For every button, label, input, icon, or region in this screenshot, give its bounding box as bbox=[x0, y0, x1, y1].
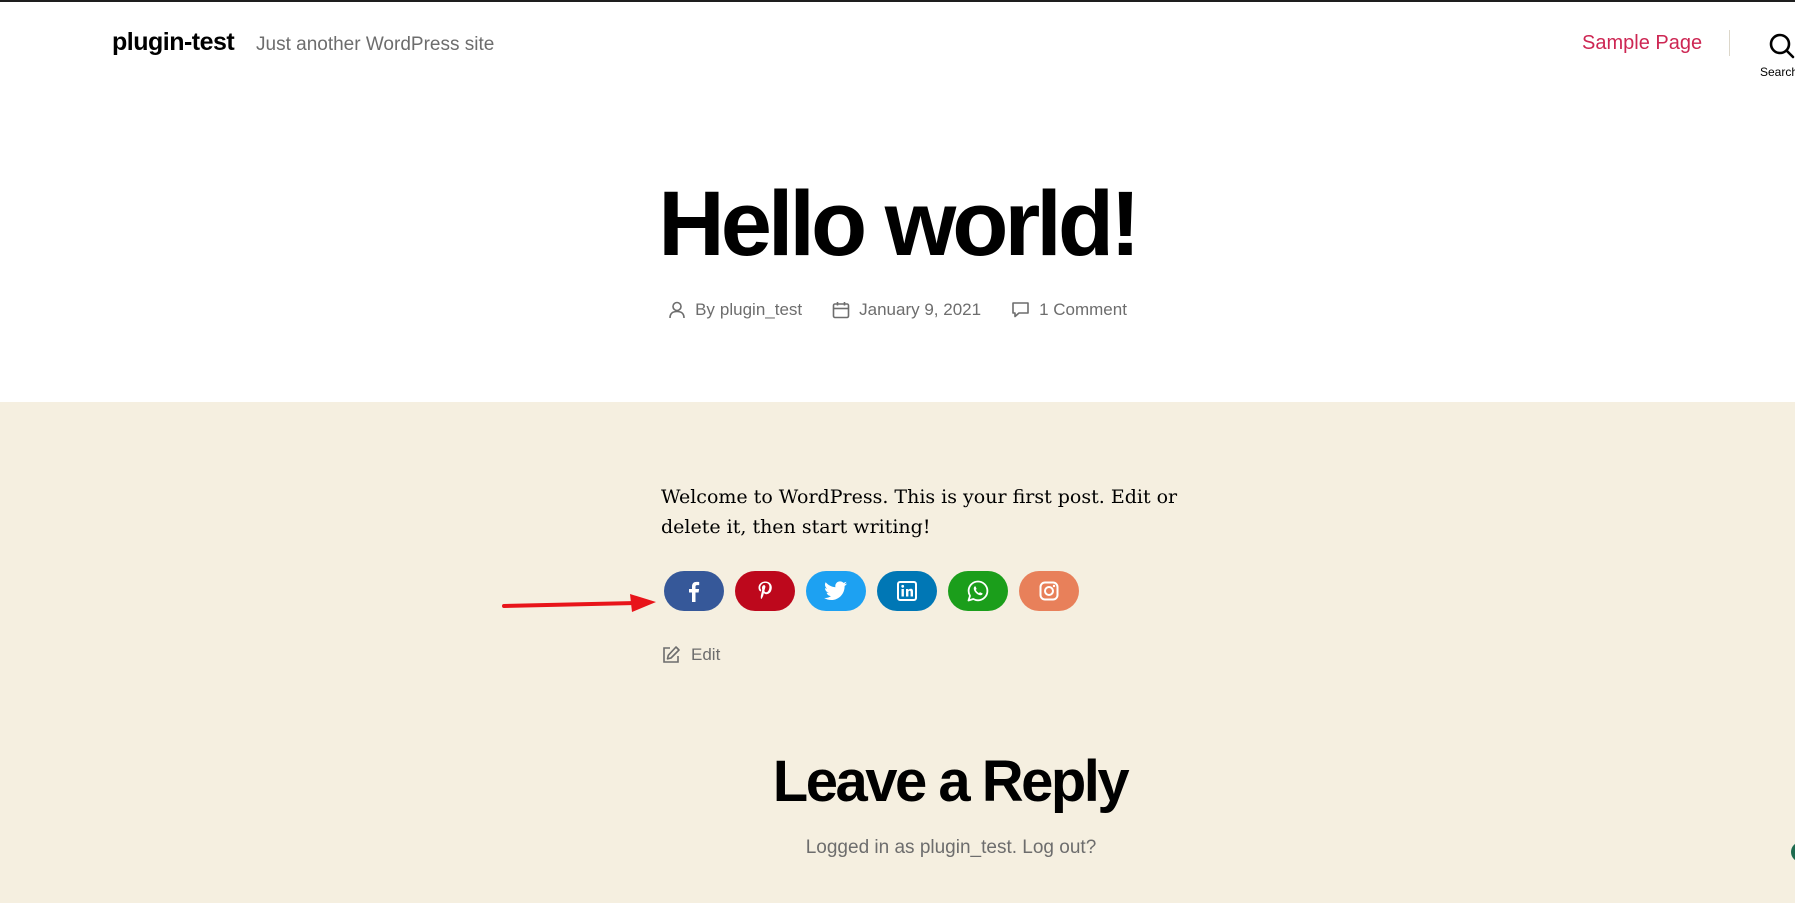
share-buttons bbox=[664, 571, 1079, 611]
leave-reply-title: Leave a Reply bbox=[772, 749, 1130, 814]
person-icon bbox=[669, 301, 685, 319]
share-facebook-button[interactable] bbox=[664, 571, 724, 611]
whatsapp-icon bbox=[967, 580, 989, 602]
search-icon bbox=[1769, 33, 1795, 59]
post-title: Hello world! bbox=[658, 173, 1140, 275]
post-date: January 9, 2021 bbox=[832, 300, 981, 320]
edit-link[interactable]: Edit bbox=[661, 645, 720, 665]
share-whatsapp-button[interactable] bbox=[948, 571, 1008, 611]
post-meta: By plugin_test January 9, 2021 1 Comment bbox=[0, 300, 1795, 320]
annotation-arrow bbox=[502, 594, 656, 612]
pencil-edit-icon bbox=[663, 646, 680, 663]
date-link[interactable]: January 9, 2021 bbox=[859, 300, 981, 320]
instagram-icon bbox=[1039, 581, 1059, 601]
logged-in-link[interactable]: Logged in as plugin_test. bbox=[806, 837, 1017, 858]
comments-link[interactable]: 1 Comment bbox=[1039, 300, 1127, 320]
facebook-icon bbox=[689, 581, 700, 602]
edit-label[interactable]: Edit bbox=[691, 645, 720, 665]
top-border bbox=[0, 0, 1795, 2]
nav-item-sample-page[interactable]: Sample Page bbox=[1582, 32, 1702, 55]
author-link[interactable]: plugin_test bbox=[720, 300, 802, 320]
post-comments: 1 Comment bbox=[1011, 300, 1127, 320]
linkedin-icon bbox=[897, 581, 917, 601]
share-linkedin-button[interactable] bbox=[877, 571, 937, 611]
site-title[interactable]: plugin-test bbox=[112, 28, 235, 57]
content-area bbox=[0, 402, 1795, 903]
pinterest-icon bbox=[758, 581, 772, 600]
share-instagram-button[interactable] bbox=[1019, 571, 1079, 611]
twitter-icon bbox=[824, 581, 847, 600]
share-twitter-button[interactable] bbox=[806, 571, 866, 611]
post-author: By plugin_test bbox=[668, 300, 802, 320]
post-content: Welcome to WordPress. This is your first… bbox=[661, 486, 1178, 538]
logged-in-status: Logged in as plugin_test. Log out? bbox=[0, 837, 1795, 859]
comment-icon bbox=[1012, 302, 1029, 318]
search-toggle-button[interactable]: Search bbox=[1756, 28, 1795, 80]
logout-link[interactable]: Log out? bbox=[1022, 837, 1096, 858]
author-prefix: By bbox=[695, 300, 715, 319]
search-label: Search bbox=[1760, 65, 1795, 79]
share-pinterest-button[interactable] bbox=[735, 571, 795, 611]
nav-divider bbox=[1729, 30, 1730, 56]
site-description: Just another WordPress site bbox=[256, 34, 495, 55]
calendar-icon bbox=[832, 302, 850, 319]
